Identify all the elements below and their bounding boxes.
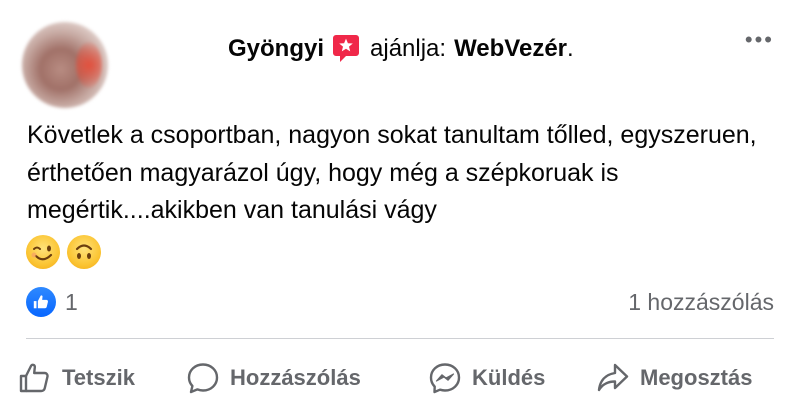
recommends-label: ajánlja: [370,35,447,62]
share-arrow-icon [597,363,629,392]
page-name[interactable]: WebVezér [454,35,567,63]
post-header: Gyöngyi ajánlja: WebVezér. [228,29,574,69]
action-bar: Tetszik Hozzászólás Küldés Megosztás [0,352,800,404]
messenger-icon [429,363,461,394]
comment-bubble-icon [187,363,219,394]
thumbs-up-icon [19,363,49,393]
share-label: Megosztás [640,365,753,390]
like-label: Tetszik [62,365,135,390]
avatar[interactable] [22,22,108,108]
post-text: Követlek a csoportban, nagyon sokat tanu… [27,121,757,224]
comment-label: Hozzászólás [230,365,361,390]
winking-face-icon [26,235,60,269]
recommend-icon [332,34,360,63]
page-suffix: . [567,35,574,62]
send-label: Küldés [472,365,546,390]
share-button[interactable]: Megosztás [596,352,752,404]
emoji-row [26,235,101,269]
comments-count[interactable]: 1 hozzászólás [628,287,774,317]
like-count[interactable]: 1 [65,287,78,317]
like-button[interactable]: Tetszik [18,352,135,404]
send-button[interactable]: Küldés [428,352,545,404]
like-reaction-icon[interactable] [26,287,56,317]
more-options-icon[interactable]: ••• [745,29,774,51]
divider [26,338,774,339]
comment-button[interactable]: Hozzászólás [186,352,361,404]
upside-down-face-icon [67,235,101,269]
author-name[interactable]: Gyöngyi [228,35,324,63]
